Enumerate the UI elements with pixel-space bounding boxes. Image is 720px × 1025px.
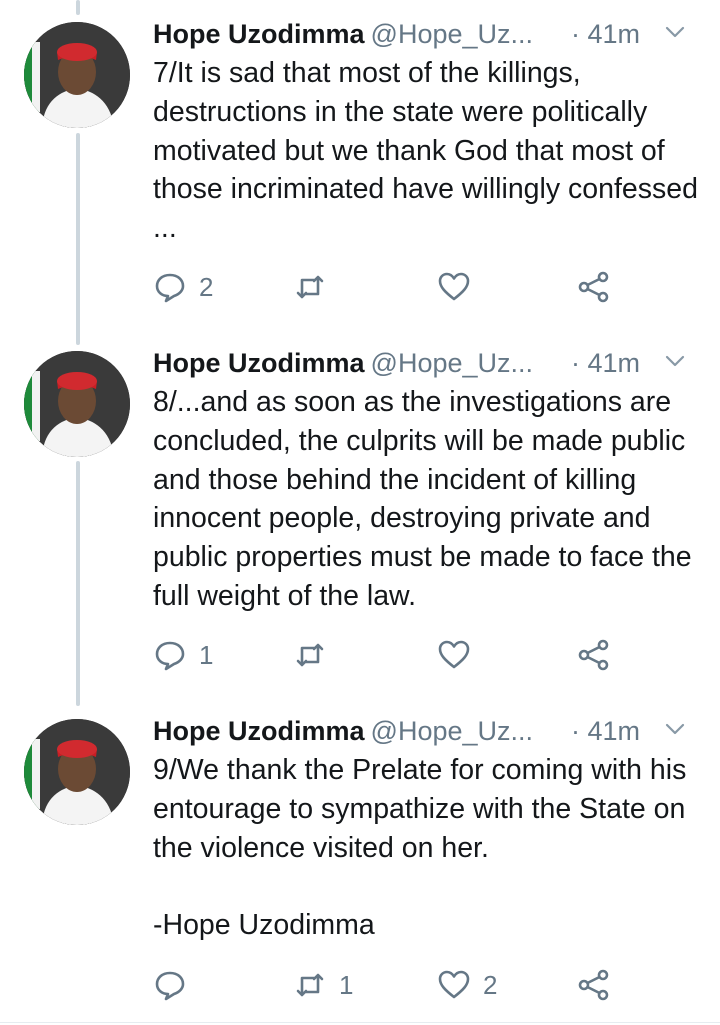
tweet-actions: 1 2 bbox=[153, 965, 673, 1005]
thread-connector-1 bbox=[76, 133, 80, 345]
like-icon bbox=[438, 640, 470, 669]
reply-button[interactable]: 2 bbox=[153, 267, 213, 307]
user-handle[interactable]: @Hope_Uz... bbox=[371, 19, 533, 49]
like-button[interactable] bbox=[437, 267, 483, 307]
like-count: 2 bbox=[483, 969, 498, 1000]
tweet-header: Hope Uzodimma @Hope_Uz... · 41m bbox=[153, 14, 693, 54]
display-name[interactable]: Hope Uzodimma bbox=[153, 716, 365, 746]
timestamp[interactable]: · 41m bbox=[571, 711, 640, 751]
user-handle[interactable]: @Hope_Uz... bbox=[371, 348, 533, 378]
user-handle[interactable]: @Hope_Uz... bbox=[371, 716, 533, 746]
tweet-text: 8/...and as soon as the investigations a… bbox=[153, 386, 700, 612]
reply-button[interactable]: 1 bbox=[153, 635, 213, 675]
retweet-icon bbox=[296, 973, 324, 997]
retweet-button[interactable] bbox=[293, 635, 339, 675]
tweet-actions: 2 bbox=[153, 267, 673, 307]
chevron-down-icon[interactable] bbox=[661, 347, 689, 375]
like-icon bbox=[438, 272, 470, 301]
divider bbox=[0, 1022, 720, 1023]
retweet-icon bbox=[296, 275, 324, 299]
reply-icon bbox=[155, 273, 185, 303]
chevron-down-icon[interactable] bbox=[661, 715, 689, 743]
like-button[interactable]: 2 bbox=[437, 965, 497, 1005]
share-icon bbox=[578, 639, 609, 671]
share-button[interactable] bbox=[577, 635, 611, 675]
timestamp[interactable]: · 41m bbox=[571, 343, 640, 383]
like-button[interactable] bbox=[437, 635, 483, 675]
tweet-actions: 1 bbox=[153, 635, 673, 675]
share-button[interactable] bbox=[577, 965, 611, 1005]
reply-icon bbox=[155, 641, 185, 671]
reply-icon bbox=[155, 971, 185, 1001]
tweet-header: Hope Uzodimma @Hope_Uz... · 41m bbox=[153, 711, 693, 751]
retweet-count: 1 bbox=[339, 969, 354, 1000]
chevron-down-icon[interactable] bbox=[661, 18, 689, 46]
reply-count: 2 bbox=[199, 271, 214, 302]
retweet-button[interactable]: 1 bbox=[293, 965, 353, 1005]
avatar[interactable] bbox=[24, 351, 130, 457]
reply-button[interactable] bbox=[153, 965, 199, 1005]
thread-connector-2 bbox=[76, 461, 80, 706]
timestamp[interactable]: · 41m bbox=[571, 14, 640, 54]
avatar[interactable] bbox=[24, 22, 130, 128]
display-name[interactable]: Hope Uzodimma bbox=[153, 348, 365, 378]
share-button[interactable] bbox=[577, 267, 611, 307]
tweet-text: 7/It is sad that most of the killings, d… bbox=[153, 57, 706, 245]
thread-connector-top bbox=[76, 0, 80, 15]
avatar[interactable] bbox=[24, 719, 130, 825]
tweet-text: 9/We thank the Prelate for coming with h… bbox=[153, 754, 687, 942]
tweet-header: Hope Uzodimma @Hope_Uz... · 41m bbox=[153, 343, 693, 383]
like-icon bbox=[438, 970, 470, 999]
retweet-icon bbox=[296, 643, 324, 667]
share-icon bbox=[578, 969, 609, 1001]
reply-count: 1 bbox=[199, 639, 214, 670]
share-icon bbox=[578, 271, 609, 303]
display-name[interactable]: Hope Uzodimma bbox=[153, 19, 365, 49]
retweet-button[interactable] bbox=[293, 267, 339, 307]
